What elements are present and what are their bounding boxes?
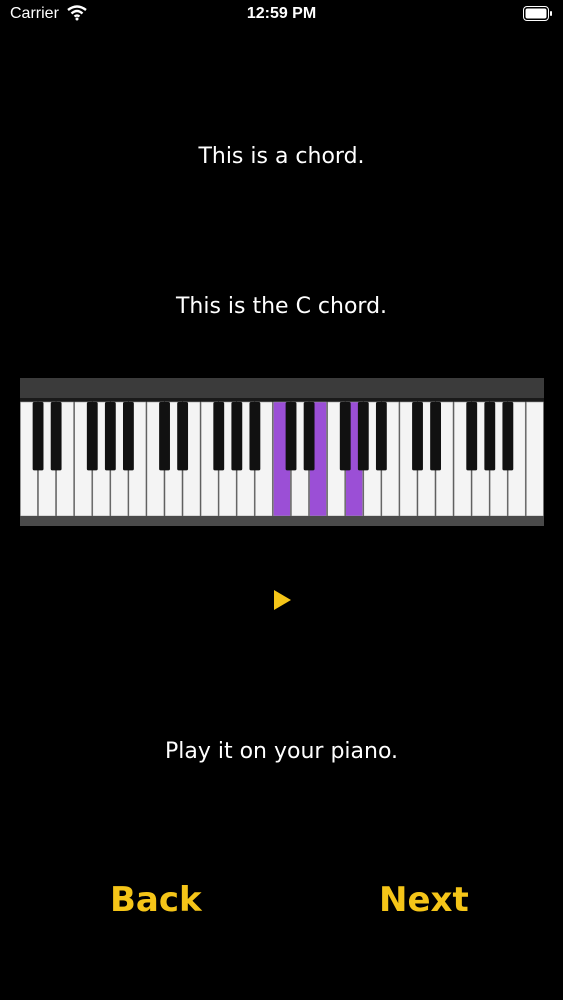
next-button[interactable]: Next: [379, 880, 469, 920]
lesson-line-play: Play it on your piano.: [164, 739, 399, 764]
black-key: [357, 402, 369, 471]
black-key: [104, 402, 116, 471]
black-key: [430, 402, 442, 471]
status-bar: Carrier 12:59 PM: [0, 0, 563, 30]
black-key: [50, 402, 62, 471]
play-button[interactable]: [270, 588, 294, 612]
black-key: [484, 402, 496, 471]
black-key: [122, 402, 134, 471]
black-key: [466, 402, 478, 471]
lesson-line-c-chord: This is the C chord.: [175, 294, 388, 319]
lesson-line-chord: This is a chord.: [198, 144, 365, 169]
piano-keyboard-svg: [20, 378, 544, 526]
back-button[interactable]: Back: [110, 880, 202, 920]
status-time: 12:59 PM: [246, 5, 317, 22]
black-key: [412, 402, 423, 471]
black-key: [32, 402, 44, 471]
black-key: [339, 402, 351, 471]
black-key: [375, 402, 387, 471]
black-key: [159, 402, 170, 471]
black-key: [502, 402, 514, 471]
play-icon[interactable]: [270, 588, 294, 612]
piano-keyboard-image: [20, 378, 544, 526]
black-key: [177, 402, 189, 471]
black-key: [86, 402, 98, 471]
black-key: [213, 402, 225, 471]
black-key: [303, 402, 315, 471]
white-key: [526, 401, 544, 517]
black-key: [231, 402, 243, 471]
battery-icon: [523, 6, 553, 25]
black-key: [285, 402, 297, 471]
black-key: [249, 402, 261, 471]
